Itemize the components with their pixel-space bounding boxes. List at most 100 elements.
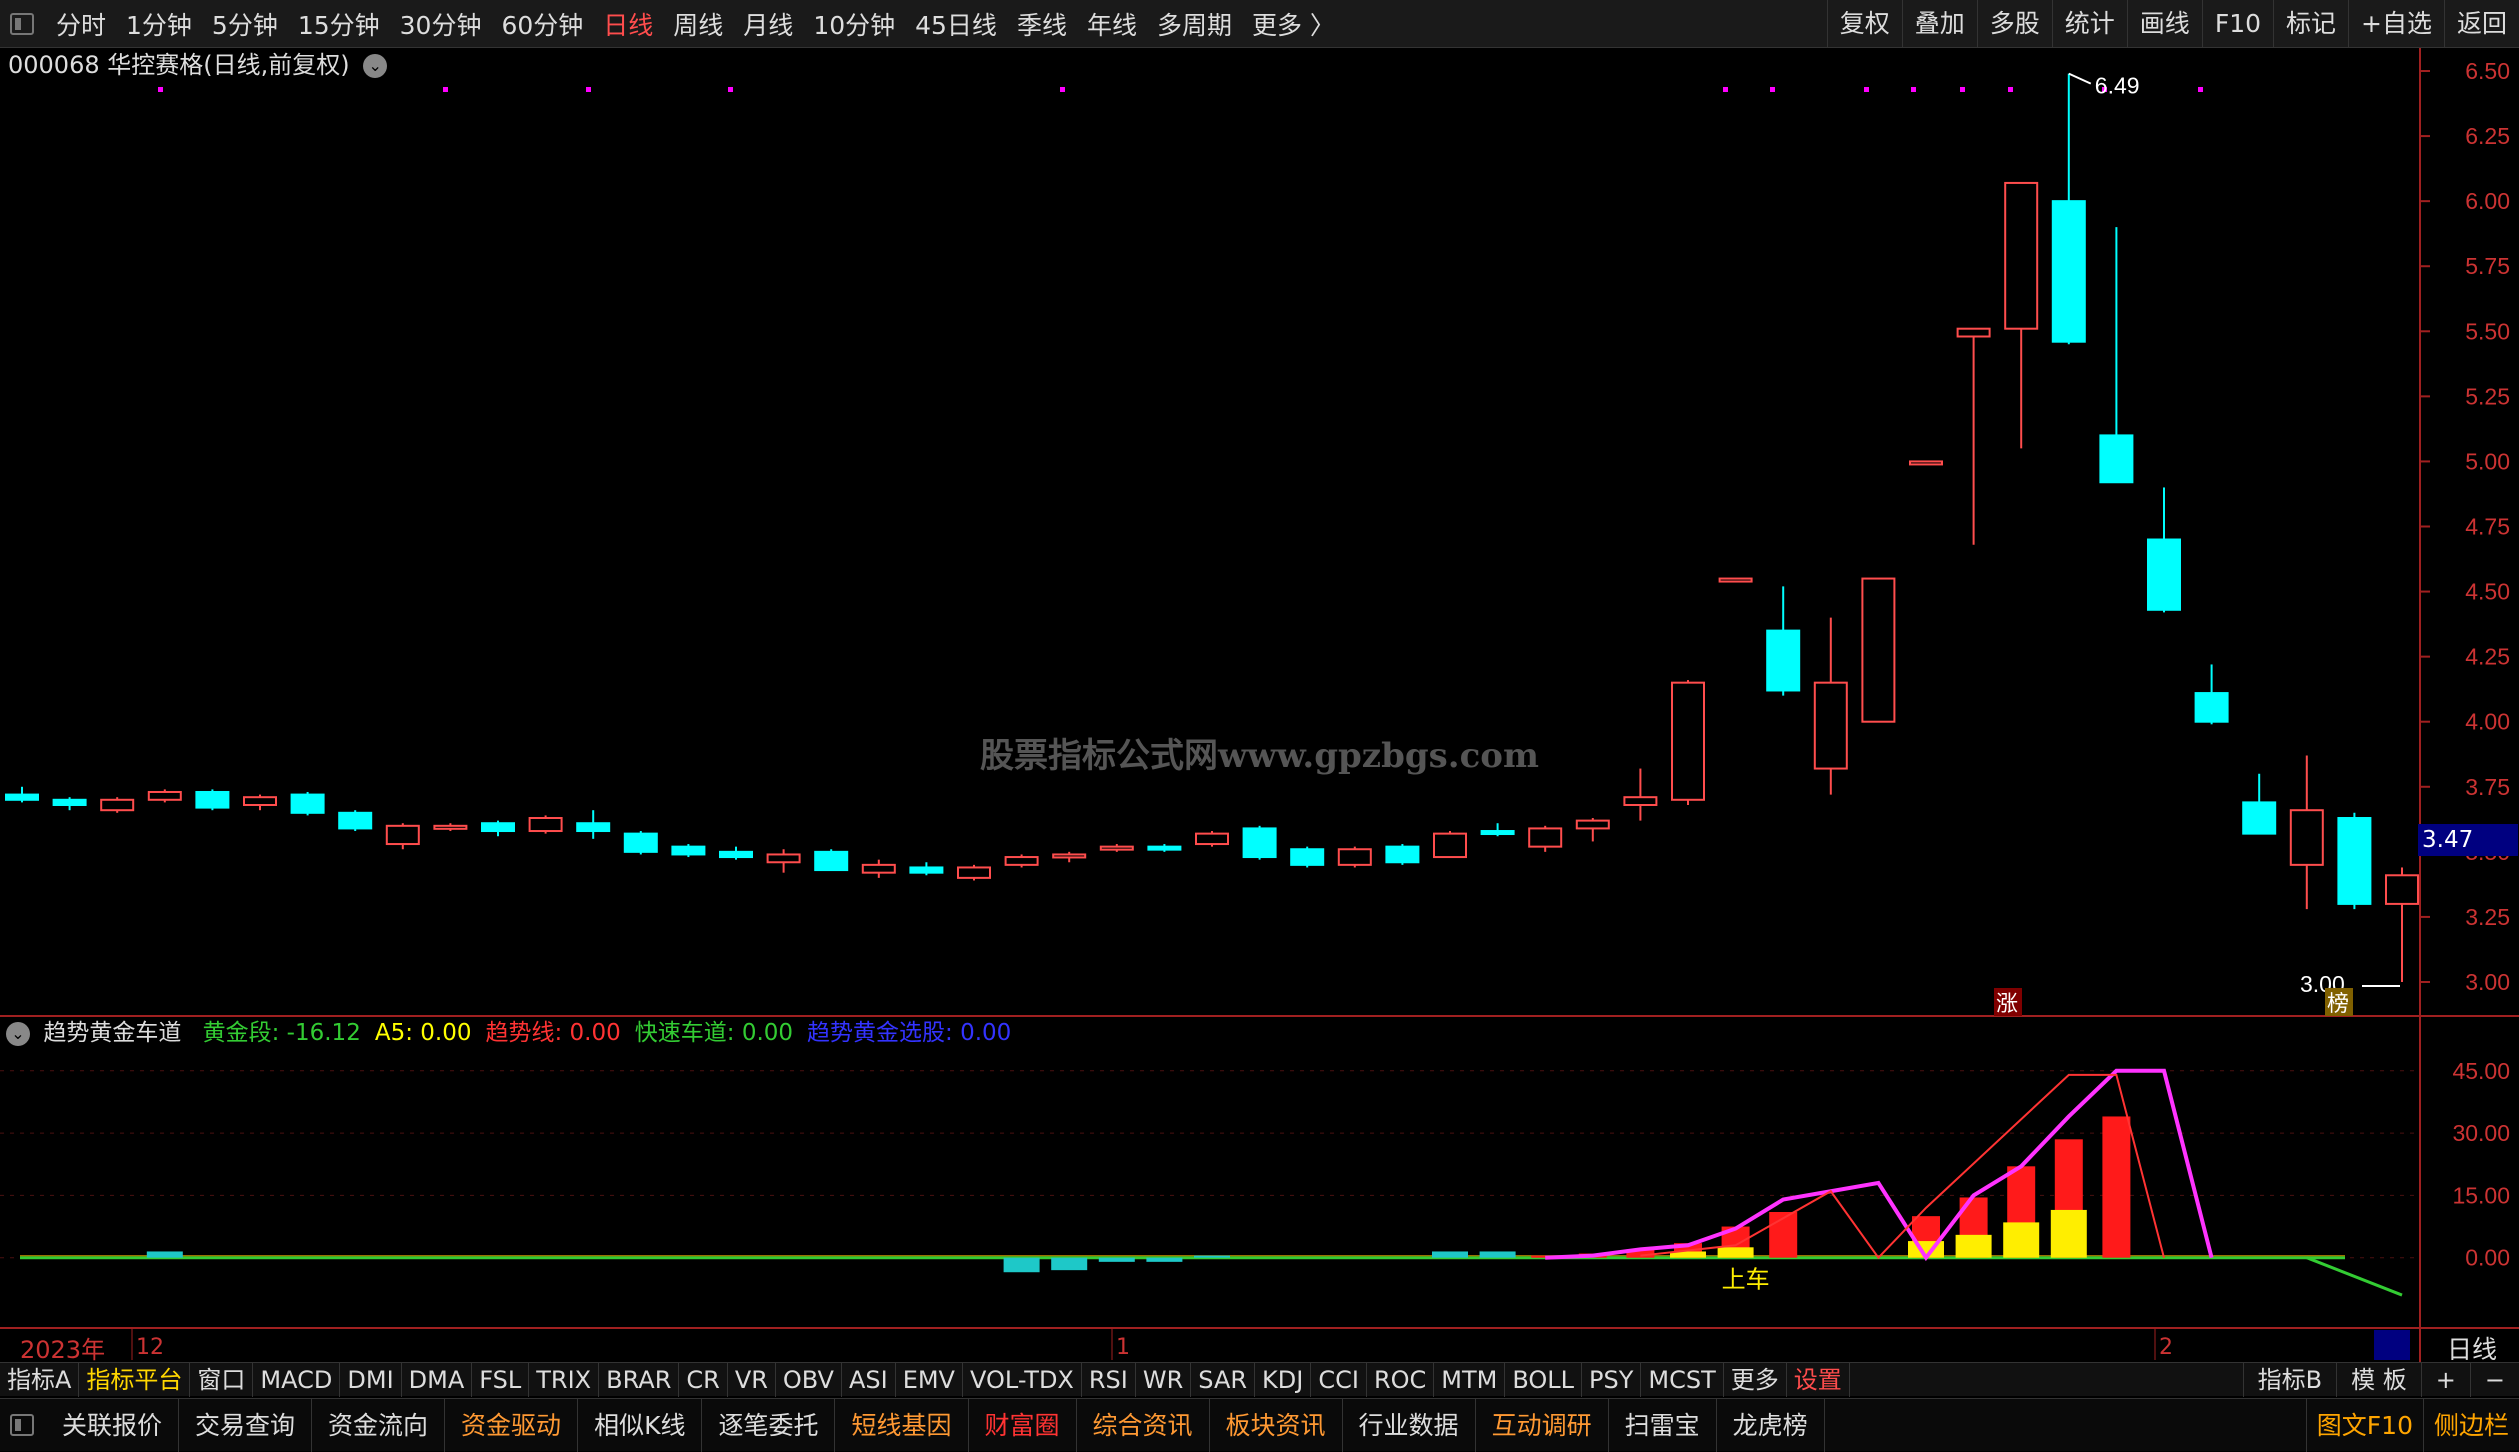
price-label: 6.25 [2465,123,2510,149]
function-button-9[interactable]: 板块资讯 [1210,1398,1343,1452]
marker-zhang: 涨 [1996,992,2018,1017]
candle-body [1433,832,1467,859]
indicator-tab-1[interactable]: 指标平台 [79,1362,191,1397]
indicator-fields: 黄金段: -16.12 A5: 0.00 趋势线: 0.00 快速车道: 0.00 趋势… [203,1020,1026,1046]
candle-body [1099,845,1134,851]
candle-body [1385,845,1420,864]
marker-bang: 榜 [2327,992,2349,1017]
indicator-tab-16[interactable]: WR [1136,1362,1192,1397]
high-label: 6.49 [2095,73,2140,99]
price-label: 3.25 [2465,904,2510,930]
signal-dot [443,87,448,92]
candle-body [1147,845,1182,851]
function-button-4[interactable]: 相似K线 [578,1398,703,1452]
tab-right-button-3[interactable]: − [2469,1363,2519,1397]
candle-body [1766,629,1801,692]
function-button-6[interactable]: 短线基因 [835,1398,969,1452]
indicator-cyan-bar [1432,1251,1468,1258]
function-button-11[interactable]: 互动调研 [1476,1398,1609,1452]
signal-dot [586,87,591,92]
indicator-field-0: 黄金段: -16.12 [202,1020,361,1046]
candle-body [338,811,373,830]
candle-body [909,866,944,874]
panel-toggle-icon[interactable] [10,1414,34,1436]
indicator-tab-22[interactable]: BOLL [1505,1362,1583,1397]
indicator-tab-20[interactable]: ROC [1367,1362,1435,1397]
indicator-tab-9[interactable]: CR [679,1362,728,1397]
tab-right-button-1[interactable]: 模 板 [2336,1363,2421,1397]
indicator-tab-19[interactable]: CCI [1311,1362,1367,1397]
indicator-field-3: 快速车道: 0.00 [634,1020,794,1046]
indicator-tab-2[interactable]: 窗口 [190,1362,254,1397]
function-button-12[interactable]: 扫雷宝 [1609,1398,1717,1452]
indicator-tab-4[interactable]: DMI [340,1362,402,1397]
indicator-tab-3[interactable]: MACD [253,1362,341,1397]
indicator-cyan-bar [1098,1257,1135,1262]
function-button-8[interactable]: 综合资讯 [1077,1398,1210,1452]
indicator-tab-8[interactable]: BRAR [599,1362,680,1397]
signal-dot [1864,87,1869,92]
indicator-axis-label: 15.00 [2452,1182,2510,1208]
function-button-13[interactable]: 龙虎榜 [1717,1398,1825,1452]
collapse-icon[interactable]: ⌄ [6,1021,30,1046]
indicator-tab-24[interactable]: MCST [1641,1362,1724,1397]
indicator-tab-bar: 指标A 指标平台 窗口 MACD DMI DMA FSL TRIX BRAR CR VR OBV ASI… [0,1362,2519,1397]
candle-body [1671,681,1705,801]
candle-body [2194,692,2229,723]
function-button-1[interactable]: 交易查询 [179,1398,313,1452]
indicator-tab-6[interactable]: FSL [472,1362,530,1397]
price-label: 4.50 [2465,579,2510,605]
indicator-cyan-bar [1051,1257,1088,1271]
candle-body [147,790,182,801]
candle-body [1290,848,1325,866]
indicator-tab-13[interactable]: EMV [896,1362,963,1397]
candle-body [1956,327,1991,338]
indicator-tab-5[interactable]: DMA [402,1362,473,1397]
function-button-3[interactable]: 资金驱动 [445,1398,579,1452]
indicator-tab-23[interactable]: PSY [1582,1362,1642,1397]
indicator-tab-11[interactable]: OBV [776,1362,842,1397]
month-label: 12 [136,1335,164,1360]
function-button-7[interactable]: 财富圈 [969,1398,1077,1452]
function-right-button-1[interactable]: 侧边栏 [2422,1399,2519,1452]
function-right-button-0[interactable]: 图文F10 [2305,1399,2423,1452]
candle-body [1195,832,1229,846]
tab-right-button-2[interactable]: + [2420,1363,2470,1397]
indicator-name: 趋势黄金车道 [43,1020,182,1046]
indicator-tab-17[interactable]: SAR [1191,1362,1256,1397]
function-bar: 关联报价 交易查询 资金流向 资金驱动 相似K线 逐笔委托 短线基因 财富圈 综合资讯 板块资讯行… [0,1398,2519,1452]
indicator-tab-21[interactable]: MTM [1434,1362,1506,1397]
candle-body [2004,181,2039,330]
candle-body [861,863,896,874]
function-button-5[interactable]: 逐笔委托 [702,1398,836,1452]
watermark: 股票指标公式网www.gpzbgs.com [980,736,1539,776]
price-label: 3.00 [2465,969,2510,995]
signal-dot [158,87,163,92]
function-button-2[interactable]: 资金流向 [312,1398,446,1452]
candle-body [52,798,87,806]
indicator-tab-12[interactable]: ASI [842,1362,896,1397]
indicator-cyan-bar [146,1251,183,1258]
indicator-tab-7[interactable]: TRIX [529,1362,600,1397]
x-axis-unit[interactable]: 日线 [2447,1330,2497,1366]
indicator-axis-label: 30.00 [2452,1120,2510,1146]
indicator-cyan-bar [1003,1257,1040,1273]
candle-body [2147,538,2181,611]
function-button-10[interactable]: 行业数据 [1343,1398,1476,1452]
indicator-tab-25[interactable]: 更多 [1724,1362,1787,1397]
price-label: 6.00 [2465,188,2510,214]
function-bar-right: 图文F10 侧边栏 [2305,1399,2519,1452]
indicator-tab-0[interactable]: 指标A [0,1362,80,1397]
candle-body [1337,848,1372,866]
indicator-yellow-bar [2050,1209,2087,1258]
function-button-0[interactable]: 关联报价 [46,1398,180,1452]
indicator-tab-26[interactable]: 设置 [1787,1362,1850,1397]
indicator-tab-14[interactable]: VOL-TDX [963,1362,1082,1397]
indicator-tab-18[interactable]: KDJ [1255,1362,1312,1397]
indicator-tab-10[interactable]: VR [728,1362,776,1397]
signal-dot [2198,87,2203,92]
tab-right-button-0[interactable]: 指标B [2242,1363,2336,1397]
function-list: 关联报价 交易查询 资金流向 资金驱动 相似K线 逐笔委托 短线基因 财富圈 综合资讯 板块资讯行… [46,1398,1825,1452]
price-label: 4.75 [2465,514,2510,540]
indicator-tab-15[interactable]: RSI [1082,1362,1136,1397]
